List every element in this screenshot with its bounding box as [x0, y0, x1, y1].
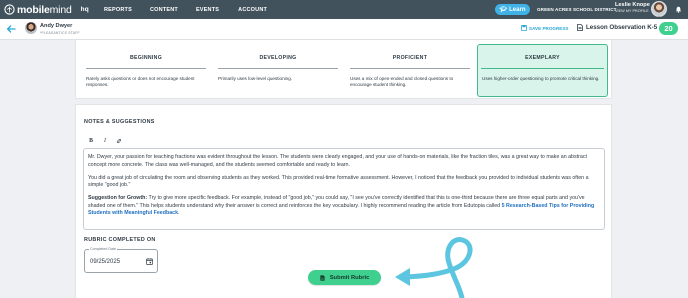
brain-logo-icon	[4, 4, 15, 15]
rubric-level-title: PROFICIENT	[350, 45, 470, 69]
notes-section-label: NOTES & SUGGESTIONS	[84, 119, 155, 125]
suggestion-end: .	[178, 210, 180, 217]
teacher-role: *PLEASANTICS STAFF	[40, 31, 80, 35]
editor-toolbar: B I	[88, 138, 122, 144]
user-name: Leslie Knope	[615, 2, 650, 8]
nav-hq[interactable]: hq	[81, 6, 89, 13]
teacher-avatar	[25, 22, 37, 34]
rubric-completed-label: RUBRIC COMPLETED ON	[84, 237, 156, 243]
bell-icon[interactable]	[675, 6, 682, 13]
view-profile-link[interactable]: VIEW MY PROFILE	[615, 9, 650, 13]
top-navigation-bar: mobilemind hq REPORTS CONTENT EVENTS ACC…	[0, 0, 688, 19]
nav-item-reports[interactable]: REPORTS	[104, 7, 132, 13]
document-icon	[320, 274, 325, 281]
save-icon	[521, 25, 527, 31]
save-progress-label: SAVE PROGRESS	[529, 25, 569, 31]
rubric-level-exemplary-selected[interactable]: EXEMPLARY Uses higher-order questioning …	[477, 44, 608, 97]
learn-button-label: Learn	[509, 6, 526, 13]
rubric-level-developing[interactable]: DEVELOPING Primarily uses low-level ques…	[214, 45, 342, 95]
document-title: Lesson Observation K-5	[577, 24, 657, 31]
rubric-level-beginning[interactable]: BEGINNING Rarely asks questions or does …	[82, 45, 210, 95]
learn-button[interactable]: 🎓︎ Learn	[495, 4, 530, 15]
calendar-icon[interactable]	[146, 258, 153, 265]
notes-paragraph: You did a great job of circulating the r…	[88, 174, 589, 189]
teacher-name: Andy Dwyer	[40, 23, 73, 29]
completed-date-caption: Completed Date	[89, 247, 117, 251]
bold-button[interactable]: B	[88, 138, 94, 144]
nav-item-events[interactable]: EVENTS	[196, 7, 219, 13]
arrow-annotation	[395, 237, 473, 298]
score-badge: 20	[659, 22, 678, 35]
graduation-cap-icon: 🎓︎	[499, 7, 508, 13]
nav-item-content[interactable]: CONTENT	[150, 7, 178, 13]
link-icon[interactable]	[116, 138, 122, 144]
rubric-level-title: BEGINNING	[86, 45, 206, 69]
rubric-level-description: Primarily uses low-level questioning.	[218, 76, 293, 81]
brand-text-light: mind	[49, 3, 72, 16]
notes-paragraph: Mr. Dwyer, your passion for teaching fra…	[88, 154, 587, 168]
submit-rubric-label: Submit Rubric	[329, 274, 370, 281]
rubric-level-proficient[interactable]: PROFICIENT Uses a mix of open-ended and …	[346, 45, 474, 95]
notes-card: NOTES & SUGGESTIONS B I Mr. Dwyer, your …	[75, 104, 612, 298]
notes-editor[interactable]: Mr. Dwyer, your passion for teaching fra…	[83, 148, 605, 230]
document-title-text: Lesson Observation K-5	[586, 24, 658, 31]
arrow-left-icon[interactable]	[6, 24, 16, 34]
rubric-level-description: Uses a mix of open-ended and closed ques…	[350, 76, 454, 88]
document-icon	[577, 24, 583, 31]
observation-header: Andy Dwyer *PLEASANTICS STAFF SAVE PROGR…	[0, 19, 688, 40]
rubric-levels: BEGINNING Rarely asks questions or does …	[75, 40, 612, 99]
district-selector[interactable]: GREEN ACRES SCHOOL DISTRICT	[537, 7, 617, 12]
rubric-level-title: DEVELOPING	[218, 45, 338, 69]
completed-date-value: 09/25/2025	[90, 259, 121, 265]
nav-item-account[interactable]: ACCOUNT	[238, 7, 267, 13]
rubric-level-description: Uses higher-order questioning to promote…	[482, 76, 600, 81]
rubric-level-title: EXEMPLARY	[481, 45, 604, 69]
brand-logo[interactable]: mobilemind	[4, 4, 72, 16]
italic-button[interactable]: I	[102, 138, 108, 144]
notes-paragraph: Suggestion for Growth: Try to give more …	[88, 195, 600, 218]
brand-text-bold: mobile	[17, 3, 50, 16]
completed-date-field[interactable]: Completed Date 09/25/2025	[84, 247, 158, 273]
save-progress-button[interactable]: SAVE PROGRESS	[521, 25, 568, 31]
rubric-level-description: Rarely asks questions or does not encour…	[86, 76, 195, 88]
suggestion-label: Suggestion for Growth:	[88, 195, 148, 202]
user-menu[interactable]: Leslie Knope VIEW MY PROFILE	[615, 2, 650, 13]
user-avatar[interactable]	[651, 1, 667, 17]
